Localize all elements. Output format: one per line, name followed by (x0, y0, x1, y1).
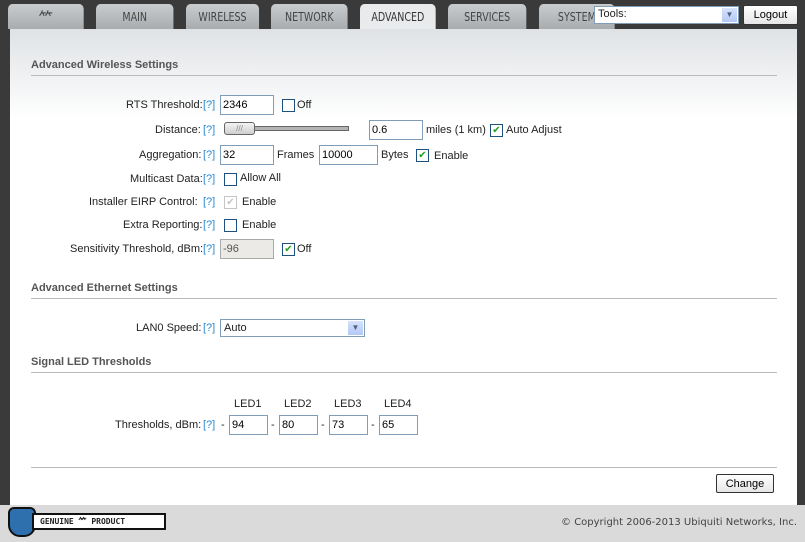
nav-tabs: ⺮ MAIN WIRELESS NETWORK ADVANCED SERVICE… (8, 4, 627, 29)
tools-label: Tools: (598, 8, 627, 20)
rts-off-label: Off (297, 99, 312, 111)
led3-header: LED3 (334, 398, 362, 410)
help-link[interactable]: [?] (203, 196, 215, 208)
separator: - (271, 419, 275, 431)
lan0-speed-value: Auto (224, 322, 247, 334)
help-link[interactable]: [?] (203, 243, 215, 255)
sensitivity-label: Sensitivity Threshold, dBm: (70, 243, 204, 255)
led1-header: LED1 (234, 398, 262, 410)
tab-label: NETWORK (284, 9, 334, 24)
rts-input[interactable] (220, 95, 274, 115)
eirp-label: Installer EIRP Control: (89, 196, 198, 208)
tab-main[interactable]: MAIN (96, 4, 174, 29)
tab-label: SERVICES (464, 9, 511, 24)
allow-all-checkbox[interactable] (224, 173, 237, 186)
extra-reporting-enable-label: Enable (242, 219, 277, 231)
eirp-enable-checkbox[interactable]: ✔ (224, 196, 237, 209)
sensitivity-input[interactable] (220, 239, 274, 259)
tab-wireless[interactable]: WIRELESS (186, 4, 260, 29)
auto-adjust-label: Auto Adjust (506, 124, 562, 136)
thresholds-label: Thresholds, dBm: (115, 419, 202, 431)
rts-off-checkbox[interactable] (282, 99, 295, 112)
section-title: Advanced Ethernet Settings (31, 282, 777, 299)
chevron-down-icon: ▼ (348, 321, 363, 335)
extra-reporting-label: Extra Reporting: (123, 219, 203, 231)
tab-advanced[interactable]: ADVANCED (360, 4, 436, 29)
genuine-product-badge: GENUINE ⺮ PRODUCT (8, 507, 168, 537)
help-link[interactable]: [?] (203, 219, 215, 231)
sensitivity-off-label: Off (297, 243, 312, 255)
rts-label: RTS Threshold: (126, 99, 203, 111)
section-title: Advanced Wireless Settings (31, 59, 777, 76)
tab-label: SYSTEM (557, 9, 596, 24)
ubiquiti-logo-icon: ⺮ (38, 8, 53, 28)
help-link[interactable]: [?] (203, 124, 215, 136)
tab-label: ADVANCED (371, 9, 425, 24)
led2-input[interactable] (279, 415, 318, 435)
badge-left-text: GENUINE (40, 517, 74, 526)
separator: - (371, 419, 375, 431)
multicast-label: Multicast Data: (130, 173, 203, 185)
tab-label: MAIN (122, 9, 148, 24)
aggregation-enable-checkbox[interactable]: ✔ (416, 149, 429, 162)
logo-tab[interactable]: ⺮ (8, 4, 84, 29)
separator: - (221, 419, 225, 431)
chevron-down-icon: ▼ (722, 8, 737, 22)
extra-reporting-checkbox[interactable] (224, 219, 237, 232)
allow-all-label: Allow All (240, 172, 281, 184)
led4-header: LED4 (384, 398, 412, 410)
logout-button[interactable]: Logout (743, 5, 798, 25)
copyright: © Copyright 2006-2013 Ubiquiti Networks,… (561, 517, 797, 528)
lan0-speed-select[interactable]: Auto ▼ (220, 319, 365, 337)
aggregation-label: Aggregation: (139, 149, 202, 161)
aggregation-enable-label: Enable (434, 150, 469, 162)
content-panel: Advanced Wireless Settings RTS Threshold… (10, 29, 797, 505)
tab-label: WIRELESS (198, 9, 247, 24)
help-link[interactable]: [?] (203, 322, 215, 334)
frames-label: Frames (277, 149, 315, 161)
eirp-enable-label: Enable (242, 196, 277, 208)
lan0-label: LAN0 Speed: (136, 322, 202, 334)
aggregation-frames-input[interactable] (220, 145, 274, 165)
led2-header: LED2 (284, 398, 312, 410)
auto-adjust-checkbox[interactable]: ✔ (490, 124, 503, 137)
aggregation-bytes-input[interactable] (319, 145, 378, 165)
slider-handle[interactable]: /// (224, 122, 255, 135)
help-link[interactable]: [?] (203, 99, 215, 111)
led3-input[interactable] (329, 415, 368, 435)
tab-network[interactable]: NETWORK (271, 4, 348, 29)
section-title: Signal LED Thresholds (31, 356, 777, 373)
help-link[interactable]: [?] (203, 173, 215, 185)
separator: - (321, 419, 325, 431)
help-link[interactable]: [?] (203, 149, 215, 161)
change-button[interactable]: Change (716, 474, 774, 493)
sensitivity-off-checkbox[interactable]: ✔ (282, 243, 295, 256)
distance-unit: miles (1 km) (426, 124, 486, 136)
divider (31, 467, 777, 468)
led1-input[interactable] (229, 415, 268, 435)
footer: GENUINE ⺮ PRODUCT © Copyright 2006-2013 … (0, 505, 805, 542)
tools-select[interactable]: Tools: ▼ (594, 6, 739, 24)
distance-label: Distance: (155, 124, 201, 136)
led4-input[interactable] (379, 415, 418, 435)
tab-services[interactable]: SERVICES (448, 4, 527, 29)
distance-input[interactable] (369, 120, 423, 140)
help-link[interactable]: [?] (203, 419, 215, 431)
badge-right-text: PRODUCT (91, 517, 126, 526)
bytes-label: Bytes (381, 149, 409, 161)
